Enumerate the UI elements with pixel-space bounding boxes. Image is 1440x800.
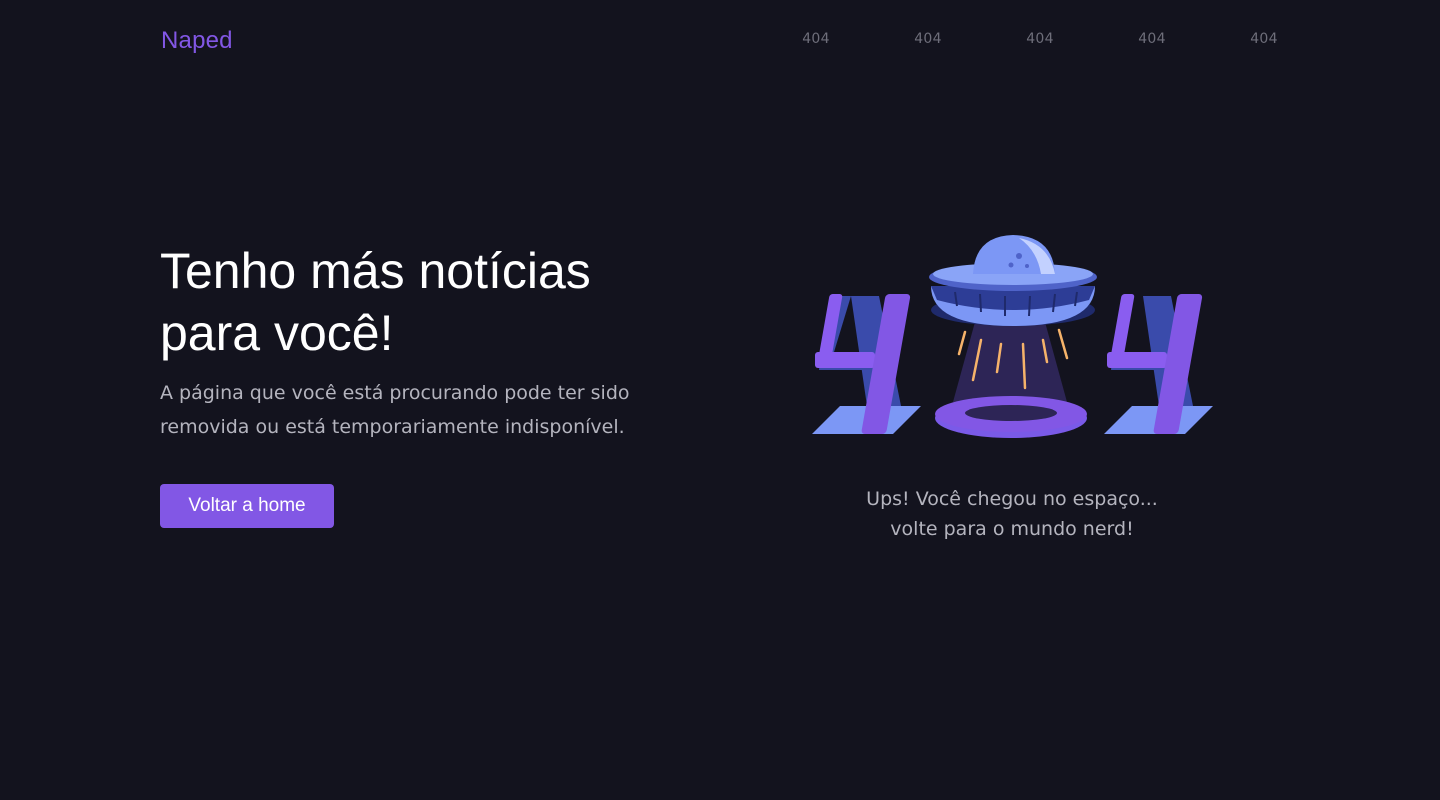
nav-link-3[interactable]: 404 xyxy=(1020,31,1060,47)
ufo-404-illustration xyxy=(805,230,1220,445)
caption-line-1: Ups! Você chegou no espaço... xyxy=(866,488,1158,510)
illustration-caption: Ups! Você chegou no espaço... volte para… xyxy=(812,484,1212,544)
caption-line-2: volte para o mundo nerd! xyxy=(890,518,1134,540)
title-line-1: Tenho más notícias xyxy=(160,243,591,299)
nav-link-2[interactable]: 404 xyxy=(908,31,948,47)
subtitle-line-2: removida ou está temporariamente indispo… xyxy=(160,416,625,438)
page: Naped 404 404 404 404 404 Tenho más notí… xyxy=(0,0,1440,800)
page-title: Tenho más notícias para você! xyxy=(160,240,680,364)
nav-link-4[interactable]: 404 xyxy=(1132,31,1172,47)
subtitle-line-1: A página que você está procurando pode t… xyxy=(160,382,630,404)
nav-link-1[interactable]: 404 xyxy=(796,31,836,47)
top-nav: 404 404 404 404 404 xyxy=(0,31,1440,51)
nav-link-5[interactable]: 404 xyxy=(1244,31,1284,47)
page-subtitle: A página que você está procurando pode t… xyxy=(160,376,680,444)
ufo-404-icon xyxy=(812,235,1213,438)
title-line-2: para você! xyxy=(160,305,394,361)
back-home-button[interactable]: Voltar a home xyxy=(160,484,334,528)
